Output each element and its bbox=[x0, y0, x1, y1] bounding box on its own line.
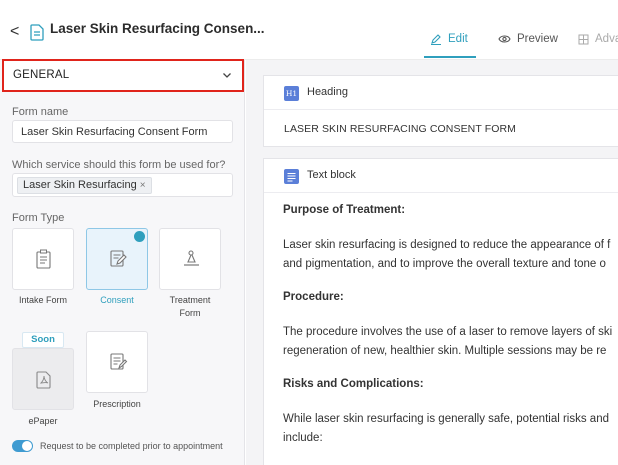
form-type-intake[interactable] bbox=[12, 228, 74, 290]
form-name-label: Form name bbox=[12, 106, 69, 118]
text-block-line: regeneration of new, healthier skin. Mul… bbox=[283, 345, 607, 357]
text-block-name: Text block bbox=[307, 169, 356, 181]
heading-block-text: LASER SKIN RESURFACING CONSENT FORM bbox=[284, 123, 517, 135]
service-label: Which service should this form be used f… bbox=[12, 159, 226, 171]
document-icon bbox=[30, 24, 44, 41]
text-block-line: While laser skin resurfacing is generall… bbox=[283, 413, 609, 425]
heading-h1-icon: H1 bbox=[284, 86, 299, 101]
form-type-treatment-label-line2: Form bbox=[179, 308, 201, 318]
heading-block-header: H1 Heading bbox=[264, 76, 618, 110]
form-type-consent-label: Consent bbox=[100, 295, 134, 305]
tab-advanced[interactable]: Adva bbox=[578, 33, 618, 45]
grid-icon bbox=[578, 34, 589, 44]
toggle-knob bbox=[22, 441, 32, 451]
prior-completion-toggle[interactable] bbox=[12, 440, 33, 452]
top-bar: < Laser Skin Resurfacing Consen... Edit … bbox=[0, 0, 618, 60]
chip-remove-icon[interactable]: × bbox=[140, 180, 146, 191]
form-type-intake-label: Intake Form bbox=[18, 295, 67, 305]
form-type-label: Form Type bbox=[12, 212, 65, 224]
text-block-line: Laser skin resurfacing is designed to re… bbox=[283, 239, 611, 251]
text-block-line: Purpose of Treatment: bbox=[283, 204, 406, 216]
pen-document-icon bbox=[110, 250, 127, 267]
page-title: Laser Skin Resurfacing Consen... bbox=[50, 21, 265, 36]
align-icon bbox=[284, 169, 299, 184]
form-type-consent[interactable] bbox=[86, 228, 165, 290]
heading-block[interactable]: H1 Heading LASER SKIN RESURFACING CONSEN… bbox=[263, 75, 618, 147]
text-block-header: Text block bbox=[264, 159, 618, 193]
text-block-line: Procedure: bbox=[283, 291, 344, 303]
prescription-icon bbox=[110, 353, 128, 370]
general-section-header[interactable]: GENERAL bbox=[2, 59, 244, 92]
form-name-input[interactable]: Laser Skin Resurfacing Consent Form bbox=[12, 120, 233, 143]
service-chip-label: Laser Skin Resurfacing bbox=[23, 179, 137, 191]
text-block-line: The procedure involves the use of a lase… bbox=[283, 326, 613, 338]
back-button[interactable]: < bbox=[10, 24, 24, 40]
tab-advanced-label: Adva bbox=[595, 33, 618, 45]
tab-edit-label: Edit bbox=[448, 33, 468, 45]
tab-preview[interactable]: Preview bbox=[498, 33, 558, 45]
general-section-title: GENERAL bbox=[13, 69, 70, 81]
eye-icon bbox=[498, 35, 511, 43]
form-type-prescription[interactable] bbox=[86, 331, 148, 393]
tab-edit[interactable]: Edit bbox=[430, 33, 468, 45]
form-type-epaper-label: ePaper bbox=[28, 416, 58, 426]
pdf-icon bbox=[36, 371, 51, 389]
treatment-icon bbox=[184, 250, 199, 266]
chevron-down-icon bbox=[223, 73, 231, 78]
text-block-line: and pigmentation, and to improve the ove… bbox=[283, 258, 606, 270]
check-icon bbox=[134, 231, 165, 260]
soon-badge: Soon bbox=[22, 332, 64, 348]
heading-block-name: Heading bbox=[307, 86, 348, 98]
form-type-treatment[interactable] bbox=[159, 228, 221, 290]
form-type-epaper bbox=[12, 348, 74, 410]
text-block-line: include: bbox=[283, 432, 323, 444]
service-chip: Laser Skin Resurfacing × bbox=[17, 177, 152, 194]
text-block-line: Risks and Complications: bbox=[283, 378, 424, 390]
prior-completion-label: Request to be completed prior to appoint… bbox=[40, 441, 223, 451]
tab-preview-label: Preview bbox=[517, 33, 558, 45]
form-type-treatment-label: Treatment bbox=[169, 295, 211, 305]
clipboard-icon bbox=[36, 249, 51, 269]
active-tab-indicator bbox=[424, 56, 476, 58]
form-type-prescription-label: Prescription bbox=[93, 399, 141, 409]
pencil-icon bbox=[431, 34, 441, 45]
